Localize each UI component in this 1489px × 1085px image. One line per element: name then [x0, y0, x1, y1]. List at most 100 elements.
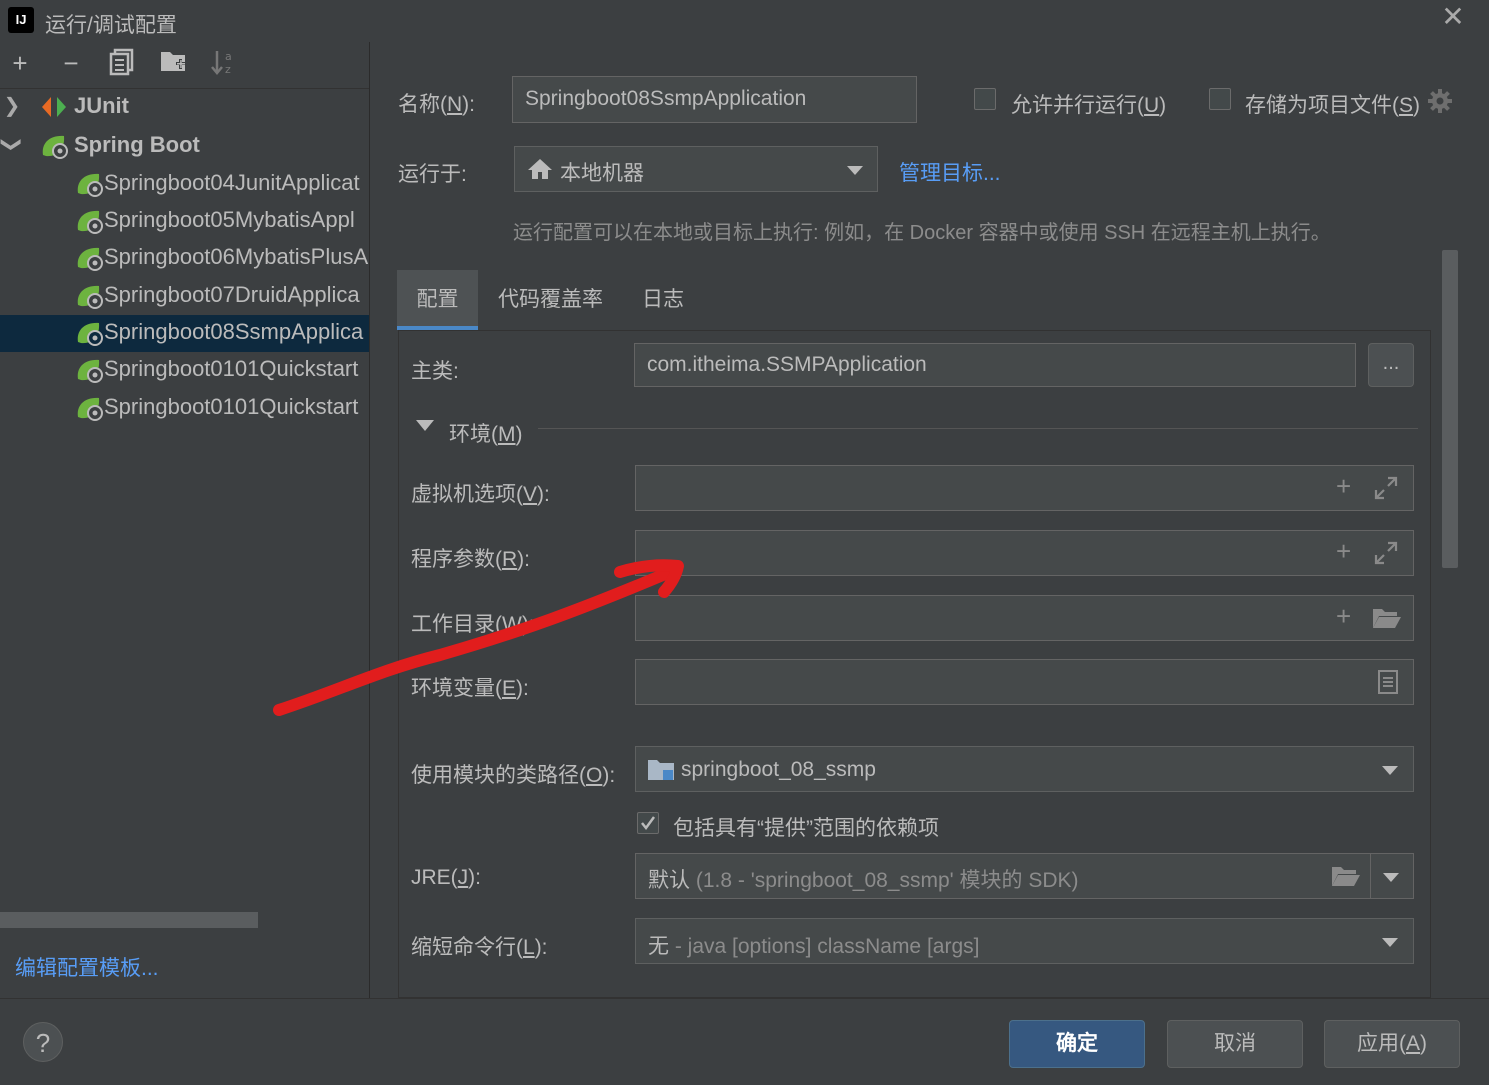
tree-group-spring-boot[interactable]: ❯ Spring Boot	[0, 128, 369, 165]
tree-item-config-selected[interactable]: Springboot08SsmpApplica	[0, 315, 369, 352]
plus-icon[interactable]: +	[1336, 471, 1351, 502]
chevron-down-icon[interactable]	[1383, 873, 1399, 882]
working-dir-suffix: ):	[521, 613, 535, 636]
program-args-label: 程序参数(R):	[411, 543, 530, 573]
tab-logs[interactable]: 日志	[628, 270, 698, 330]
junit-icon	[40, 95, 68, 125]
sort-alpha-icon[interactable]: az	[210, 48, 238, 78]
home-icon	[527, 157, 553, 187]
store-file-text: 存储为项目文件(	[1245, 94, 1399, 117]
tree-item-config[interactable]: Springboot07DruidApplica	[0, 278, 369, 315]
shorten-cmd-dropdown[interactable]: 无 - java [options] className [args]	[635, 918, 1414, 964]
allow-parallel-suffix: )	[1159, 94, 1167, 117]
name-label-text: 名称(	[398, 93, 447, 116]
tree-item-config[interactable]: Springboot0101Quickstart	[0, 390, 369, 427]
allow-parallel-checkbox[interactable]	[974, 88, 996, 110]
store-file-suffix: )	[1413, 94, 1421, 117]
ok-button[interactable]: 确定	[1009, 1020, 1145, 1068]
section-divider	[538, 428, 1418, 429]
tree-item-config[interactable]: Springboot0101Quickstart	[0, 352, 369, 389]
store-as-file-checkbox[interactable]	[1209, 88, 1231, 110]
copy-icon[interactable]	[108, 48, 136, 78]
browse-main-class-button[interactable]: ...	[1368, 343, 1414, 387]
help-button[interactable]: ?	[23, 1022, 63, 1062]
vertical-scrollbar[interactable]	[1442, 250, 1458, 568]
program-args-suffix: ):	[517, 548, 530, 571]
env-vars-suffix: ):	[516, 677, 529, 700]
open-folder-icon[interactable]	[1372, 606, 1402, 636]
tree-group-junit[interactable]: ❯ JUnit	[0, 89, 369, 126]
new-folder-icon[interactable]	[160, 48, 188, 78]
name-input[interactable]: Springboot08SsmpApplication	[512, 76, 917, 123]
module-value: springboot_08_ssmp	[681, 758, 876, 781]
tab-coverage[interactable]: 代码覆盖率	[488, 270, 613, 330]
shorten-text: 缩短命令行(	[411, 936, 523, 959]
tree-item-config[interactable]: Springboot06MybatisPlusA	[0, 240, 369, 277]
main-class-label: 主类:	[411, 360, 459, 383]
main-class-value: com.itheima.SSMPApplication	[647, 353, 927, 376]
document-list-icon[interactable]	[1377, 669, 1399, 701]
add-config-button[interactable]: +	[6, 48, 34, 78]
collapse-triangle-icon[interactable]	[416, 420, 434, 431]
module-dropdown[interactable]: springboot_08_ssmp	[635, 746, 1414, 792]
remove-config-button[interactable]: −	[57, 48, 85, 78]
spring-boot-icon	[75, 245, 103, 271]
plus-icon[interactable]: +	[1336, 601, 1351, 632]
environment-section-header[interactable]: 环境(M)	[449, 418, 523, 448]
module-classpath-text: 使用模块的类路径(	[411, 764, 586, 787]
working-dir-text: 工作目录(	[411, 613, 502, 636]
allow-parallel-label[interactable]: 允许并行运行(U)	[1011, 89, 1166, 119]
close-icon[interactable]: ✕	[1440, 3, 1466, 31]
tree-item-config[interactable]: Springboot05MybatisAppl	[0, 203, 369, 240]
manage-targets-link[interactable]: 管理目标...	[899, 157, 1001, 187]
shorten-suffix: ):	[534, 936, 548, 959]
tab-config[interactable]: 配置	[397, 270, 478, 330]
vm-options-input[interactable]: +	[635, 465, 1414, 511]
env-vars-input[interactable]	[635, 659, 1414, 705]
working-dir-mnemonic: W	[502, 613, 522, 636]
tree-item-label: Springboot0101Quickstart	[104, 394, 359, 419]
tree-horizontal-scrollbar[interactable]	[0, 912, 258, 928]
store-as-file-label[interactable]: 存储为项目文件(S)	[1245, 89, 1420, 119]
env-section-suffix: )	[515, 423, 523, 446]
intellij-logo-icon: IJ	[6, 5, 36, 35]
edit-templates-link[interactable]: 编辑配置模板...	[15, 952, 159, 982]
cancel-button[interactable]: 取消	[1167, 1020, 1303, 1068]
tree-item-label: Springboot0101Quickstart	[104, 356, 359, 381]
allow-parallel-mnemonic: U	[1144, 94, 1160, 117]
name-input-value: Springboot08SsmpApplication	[525, 87, 807, 110]
include-provided-label[interactable]: 包括具有“提供”范围的依赖项	[673, 812, 939, 842]
expand-icon[interactable]	[1374, 476, 1398, 506]
working-dir-input[interactable]: +	[635, 595, 1414, 641]
chevron-down-icon[interactable]: ❯	[0, 135, 25, 155]
run-on-dropdown[interactable]: 本地机器	[514, 146, 878, 192]
chevron-down-icon	[1382, 766, 1398, 775]
expand-icon[interactable]	[1374, 541, 1398, 571]
apply-mnemonic: A	[1405, 1032, 1420, 1055]
jre-combo[interactable]: 默认 (1.8 - 'springboot_08_ssmp' 模块的 SDK)	[635, 853, 1414, 899]
apply-button[interactable]: 应用(A)	[1324, 1020, 1460, 1068]
gear-icon[interactable]	[1427, 88, 1453, 114]
jre-text: JRE(	[411, 866, 458, 889]
svg-text:z: z	[225, 63, 231, 76]
module-classpath-suffix: ):	[602, 764, 616, 787]
env-section-mnemonic: M	[498, 423, 516, 446]
shorten-detail-text: - java [options] className [args]	[674, 935, 980, 958]
chevron-right-icon[interactable]: ❯	[2, 93, 22, 118]
spring-boot-icon	[75, 357, 103, 383]
name-label: 名称(N):	[398, 88, 475, 118]
module-classpath-mnemonic: O	[586, 764, 603, 787]
run-on-label: 运行于:	[398, 163, 467, 186]
include-provided-checkbox[interactable]	[637, 812, 659, 834]
plus-icon[interactable]: +	[1336, 536, 1351, 567]
open-folder-icon[interactable]	[1331, 864, 1361, 894]
program-args-mnemonic: R	[502, 548, 518, 571]
apply-text: 应用(	[1356, 1032, 1406, 1055]
spring-boot-icon	[40, 133, 68, 159]
main-class-input[interactable]: com.itheima.SSMPApplication	[634, 343, 1356, 387]
env-vars-mnemonic: E	[502, 677, 517, 700]
tree-item-config[interactable]: Springboot04JunitApplicat	[0, 166, 369, 203]
program-args-text: 程序参数(	[411, 548, 502, 571]
jre-mnemonic: J	[457, 866, 469, 889]
program-args-input[interactable]: +	[635, 530, 1414, 576]
